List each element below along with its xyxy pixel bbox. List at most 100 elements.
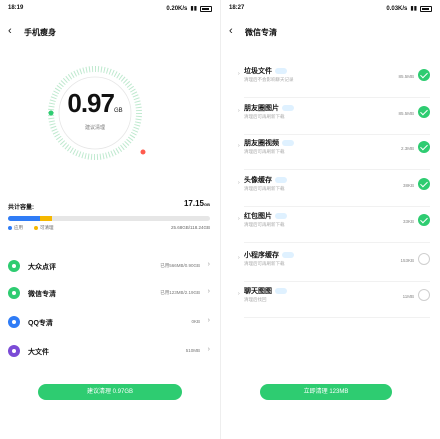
select-checkbox[interactable] [418,214,430,226]
expand-chevron-icon[interactable]: › [238,255,240,261]
expand-chevron-icon[interactable]: › [238,108,240,114]
right-screen-wechat-clean: 18:27 0.03K/s ▮▮ ‹ 微信专清 › 垃圾文件 清理后不会影响聊天记录… [221,0,440,439]
left-screen-phone-slim: 18:19 0.20K/s ▮▮ ‹ 手机瘦身 0.97GB 建议清理 共计容量… [0,0,220,439]
clean-item-desc: 清理后可再刷新下载 [244,114,285,119]
back-button[interactable]: ‹ [8,25,12,37]
storage-bar-apps [8,216,41,221]
clean-item-desc: 清理后可再刷新下载 [244,149,285,154]
clean-item-name: 红包图片 [244,213,272,220]
app-size: 已用566MB/0.90GB [160,263,200,268]
app-icon [8,260,20,272]
expand-chevron-icon[interactable]: › [238,71,240,77]
storage-bar-cleanable [40,216,53,221]
badge-pill [282,140,294,147]
app-name: 大众点评 [28,264,56,271]
storage-usage-bar [8,216,210,221]
row-divider [244,317,430,318]
battery-icon [420,5,432,12]
signal-icon: ▮▮ [410,6,417,12]
clean-item-size: 85.5MB [398,74,414,79]
badge-pill [282,105,294,112]
app-icon [8,287,20,299]
clean-item-row[interactable]: › 小程序缓存清理后可再刷新下载 153KB [221,242,440,282]
storage-legend: 应用 可清理 25.68GB/118.24GB [8,225,210,235]
chevron-right-icon: › [207,261,210,268]
app-size: 0KB [191,319,200,324]
clean-item-row[interactable]: › 红包图片 清理后可再刷新下载 33KB [221,203,440,243]
select-checkbox[interactable] [418,178,430,190]
legend-apps: 应用 [8,225,23,231]
chevron-right-icon: › [207,288,210,295]
cleanable-number: 0.97 [67,88,115,118]
clean-item-size: 153KB [400,258,414,263]
clean-suggested-button[interactable]: 建议清理 0.97GB [38,384,182,400]
status-time: 18:19 [8,5,24,11]
storage-summary: 共计容量: 17.15GB 应用 可清理 25.68GB/118.24GB [8,199,210,235]
cleanable-unit: GB [113,108,123,114]
select-checkbox[interactable] [418,69,430,81]
badge-pill [275,213,287,220]
storage-used-summary: 25.68GB/118.24GB [171,225,210,230]
app-size: 已用123MB/2.19GB [160,290,200,295]
select-checkbox[interactable] [418,289,430,301]
storage-total: 17.15GB [183,199,210,208]
clean-item-name: 垃圾文件 [244,68,272,75]
storage-label: 共计容量: [8,205,34,211]
clean-item-name: 朋友圈图片 [244,105,279,112]
clean-item-row[interactable]: › 头像缓存清理后可再刷新下载 38KB [221,167,440,207]
clean-item-row[interactable]: › 聊天图图 清理后找回 11MB [221,278,440,318]
network-speed: 0.20K/s [166,5,188,12]
network-speed: 0.03K/s [386,5,408,12]
clean-item-name: 朋友圈视频 [244,140,279,147]
page-title: 手机瘦身 [24,28,56,37]
clean-item-desc: 清理后可再刷新下载 [244,186,285,191]
clean-item-row[interactable]: › 垃圾文件 清理后不会影响聊天记录 85.5MB [221,58,440,98]
cleanable-gauge: 0.97GB 建议清理 [30,58,180,168]
expand-chevron-icon[interactable]: › [238,180,240,186]
title-bar: ‹ 微信专清 [221,25,440,39]
app-row-wechat[interactable]: 微信专清 已用123MB/2.19GB › [8,283,210,303]
select-checkbox[interactable] [418,141,430,153]
app-name: 微信专清 [28,291,56,298]
clean-item-name: 聊天图图 [244,288,272,295]
clean-item-size: 2.3MB [400,146,414,151]
app-name: 大文件 [28,349,49,356]
status-time: 18:27 [229,5,245,11]
app-size: 510MB [185,348,200,353]
badge-pill [275,177,287,184]
app-row-qq[interactable]: QQ专清 0KB › [8,312,210,332]
chevron-right-icon: › [207,346,210,353]
app-row-dianping[interactable]: 大众点评 已用566MB/0.90GB › [8,256,210,276]
expand-chevron-icon[interactable]: › [238,216,240,222]
clean-item-size: 33KB [402,219,414,224]
clean-now-button[interactable]: 立即清理 123MB [260,384,392,400]
signal-icon: ▮▮ [190,6,197,12]
expand-chevron-icon[interactable]: › [238,291,240,297]
clean-item-name: 头像缓存 [244,177,272,184]
app-icon [8,345,20,357]
clean-item-row[interactable]: › 朋友圈视频清理后可再刷新下载 2.3MB [221,130,440,170]
status-bar: 18:19 0.20K/s ▮▮ [0,5,220,15]
app-icon [8,316,20,328]
select-checkbox[interactable] [418,106,430,118]
clean-item-desc: 清理后可再刷新下载 [244,261,285,266]
clean-item-size: 11MB [402,294,414,299]
back-button[interactable]: ‹ [229,25,233,37]
page-title: 微信专清 [245,28,277,37]
cleanable-label: 建议清理 [84,125,105,131]
legend-cleanable: 可清理 [34,225,54,231]
legend-dot [8,225,12,230]
badge-pill [275,68,287,75]
clean-item-name: 小程序缓存 [244,252,279,259]
cleanable-value: 0.97GB [55,88,135,119]
clean-item-row[interactable]: › 朋友圈图片 清理后可再刷新下载 85.5MB [221,95,440,135]
select-checkbox[interactable] [418,253,430,265]
badge-pill [275,288,287,295]
legend-dot [34,225,38,230]
app-row-large-files[interactable]: 大文件 510MB › [8,341,210,361]
badge-pill [282,252,294,259]
status-bar: 18:27 0.03K/s ▮▮ [221,5,440,15]
clean-item-size: 38KB [402,183,414,188]
expand-chevron-icon[interactable]: › [238,143,240,149]
chevron-right-icon: › [207,317,210,324]
